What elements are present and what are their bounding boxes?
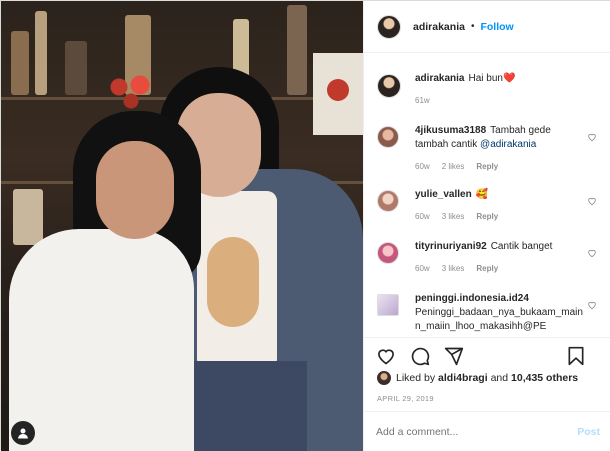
post-photo[interactable] (1, 1, 363, 451)
caption-heart-emoji: ❤️ (502, 73, 516, 84)
action-bar (364, 337, 610, 373)
comment-time: 60w (415, 264, 430, 273)
comment-username[interactable]: tityrinuriyani92 (415, 241, 487, 252)
commenter-avatar[interactable] (377, 242, 399, 264)
comment-icon[interactable] (410, 346, 430, 366)
red-flowers (101, 71, 161, 111)
reply-button[interactable]: Reply (476, 264, 498, 273)
post-header: adirakania • Follow (364, 1, 610, 53)
comment-input[interactable] (376, 425, 546, 438)
comment-body: peninggi.indonesia.id24 Peninggi_badaan_n… (415, 292, 585, 334)
comment-meta: 60w 2 likes Reply (415, 162, 510, 171)
comment-text: Peninggi_badaan_nya_bukaam_mainn_maiin_l… (415, 307, 583, 332)
likes-prefix: Liked by (396, 372, 436, 384)
user-tag-icon[interactable] (11, 421, 35, 445)
heart-icon[interactable] (376, 346, 396, 366)
follow-button[interactable]: Follow (480, 21, 513, 33)
author-username[interactable]: adirakania (413, 21, 465, 33)
person-left-top (9, 229, 194, 451)
comment-meta: 60w 3 likes Reply (415, 212, 510, 221)
comment-likes[interactable]: 2 likes (442, 162, 465, 171)
like-heart-icon[interactable] (587, 132, 597, 142)
comment-username[interactable]: 4jikusuma3188 (415, 125, 486, 136)
comment-time: 60w (415, 162, 430, 171)
liker-avatar[interactable] (377, 371, 391, 385)
mickey-print (207, 237, 259, 327)
liker-username[interactable]: aldi4bragi (438, 372, 488, 384)
shelf-bottle (35, 11, 47, 95)
separator-dot: • (470, 21, 475, 32)
caption-meta: 61w (415, 96, 442, 105)
shelf-bottle (11, 31, 29, 95)
commenter-avatar[interactable] (377, 294, 399, 316)
likes-summary: Liked by aldi4bragi and 10,435 others (377, 369, 607, 387)
bookmark-icon[interactable] (566, 346, 586, 366)
wall-painting (313, 53, 363, 135)
post-button[interactable]: Post (577, 426, 600, 438)
comments-list[interactable]: adirakania Hai bun❤️ 61w 4jikusuma3188 Tam… (364, 54, 610, 336)
shelf-bottle (65, 41, 87, 95)
caption-username[interactable]: adirakania (415, 73, 464, 84)
comment-likes[interactable]: 3 likes (442, 264, 465, 273)
commenter-avatar[interactable] (377, 126, 399, 148)
person-right-pants (189, 361, 307, 451)
comment-item: tityrinuriyani92 Cantik banget 60w 3 likes… (377, 240, 603, 280)
comment-likes[interactable]: 3 likes (442, 212, 465, 221)
caption-avatar[interactable] (377, 74, 401, 98)
comment-username[interactable]: yulie_vallen (415, 189, 472, 200)
comment-text: 🥰 (475, 189, 489, 200)
share-icon[interactable] (444, 346, 464, 366)
caption-text: Hai bun (468, 73, 503, 84)
commenter-avatar[interactable] (377, 190, 399, 212)
comment-username[interactable]: peninggi.indonesia.id24 (415, 293, 529, 304)
shelf-jar (13, 189, 43, 245)
post-side-panel: adirakania • Follow adirakania Hai bun❤️ … (363, 1, 610, 451)
person-left-face (96, 141, 174, 239)
comment-time: 60w (415, 212, 430, 221)
comment-item: peninggi.indonesia.id24 Peninggi_badaan_n… (377, 292, 603, 336)
comment-text: Cantik banget (490, 241, 553, 252)
instagram-post: adirakania • Follow adirakania Hai bun❤️ … (0, 0, 610, 451)
likes-joiner: and (490, 372, 509, 384)
post-date[interactable]: APRIL 29, 2019 (377, 394, 434, 403)
comment-body: yulie_vallen 🥰 (415, 188, 575, 202)
comment-mention[interactable]: @adirakania (480, 139, 536, 150)
add-comment-bar: Post (364, 411, 610, 451)
comment-meta: 60w 3 likes Reply (415, 264, 510, 273)
shelf-bottle (287, 5, 307, 95)
like-heart-icon[interactable] (587, 300, 597, 310)
caption-body: adirakania Hai bun❤️ (415, 72, 575, 86)
caption: adirakania Hai bun❤️ 61w (377, 72, 603, 112)
like-heart-icon[interactable] (587, 196, 597, 206)
comment-body: tityrinuriyani92 Cantik banget (415, 240, 585, 254)
likes-count[interactable]: 10,435 others (511, 372, 578, 384)
caption-time: 61w (415, 96, 430, 105)
comment-item: 4jikusuma3188 Tambah gede tambah cantik @… (377, 124, 603, 172)
comment-item: yulie_vallen 🥰 60w 3 likes Reply (377, 188, 603, 228)
like-heart-icon[interactable] (587, 248, 597, 258)
comment-body: 4jikusuma3188 Tambah gede tambah cantik @… (415, 124, 575, 152)
author-avatar[interactable] (377, 14, 401, 39)
reply-button[interactable]: Reply (476, 162, 498, 171)
reply-button[interactable]: Reply (476, 212, 498, 221)
